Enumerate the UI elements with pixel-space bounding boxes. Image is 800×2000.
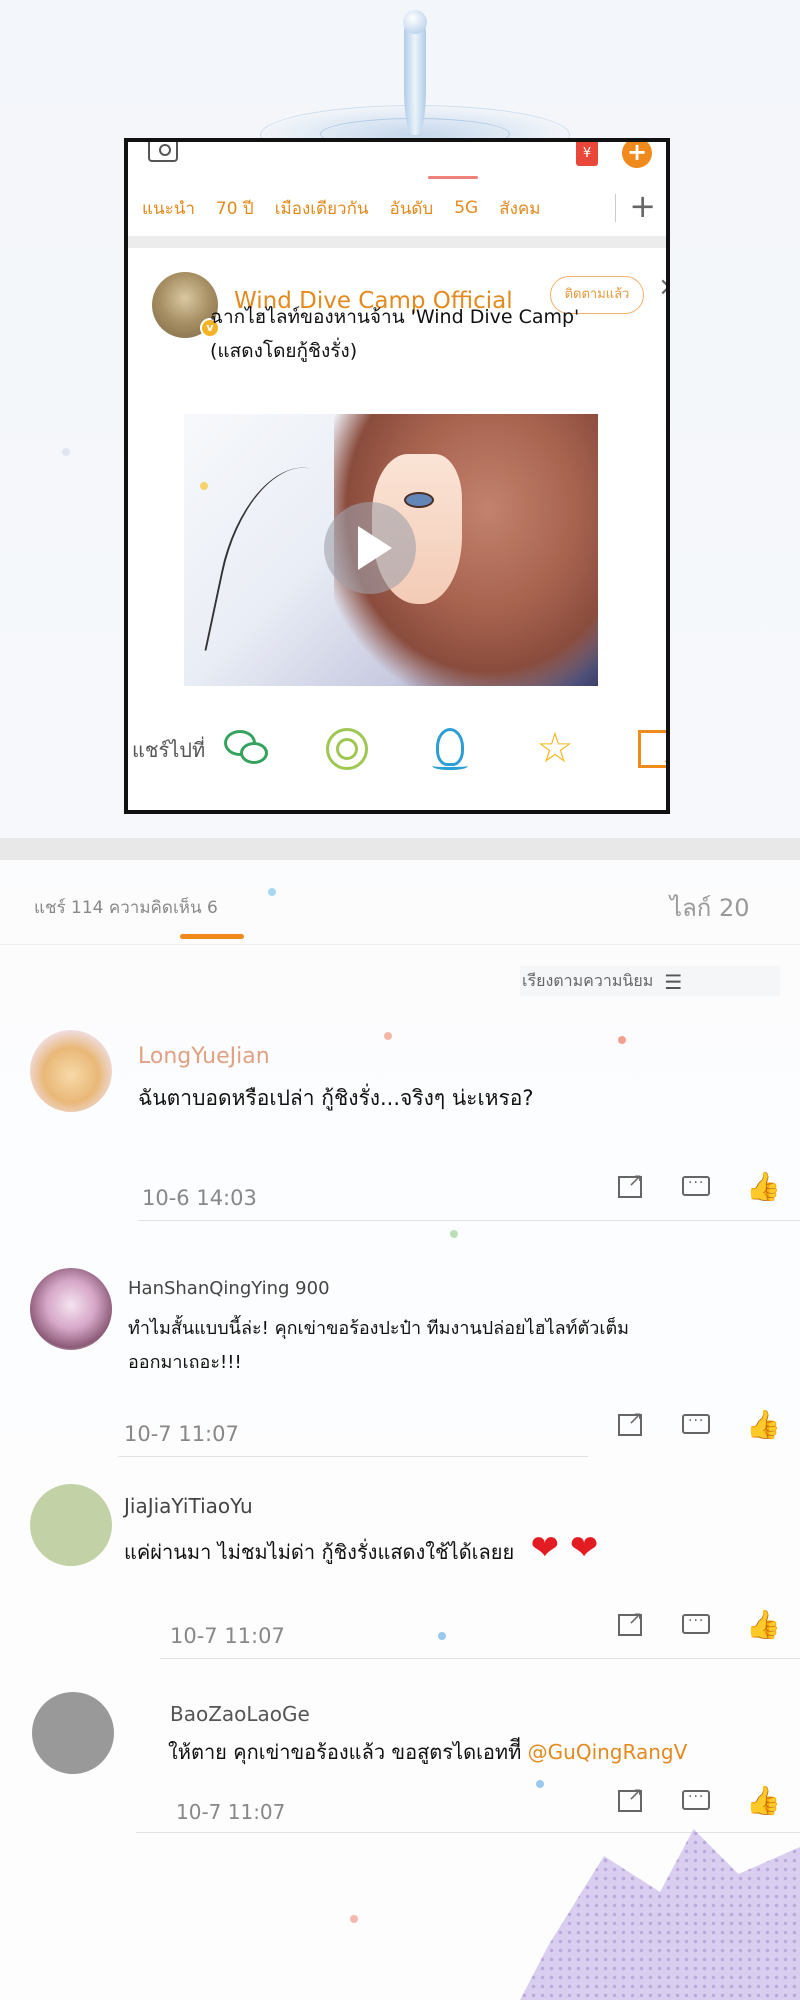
share-comment-count[interactable]: แชร์ 114 ความคิดเห็น 6 — [34, 894, 218, 921]
tab-recommend[interactable]: แนะนำ — [142, 195, 195, 222]
comment-time: 10-6 14:03 — [142, 1186, 257, 1210]
wechat-icon[interactable] — [224, 726, 270, 772]
play-icon[interactable] — [324, 502, 416, 594]
comment-text-body: แค่ผ่านมา ไม่ชมไม่ด่า กู้ชิงรั่งแสดงใช้ไ… — [124, 1540, 515, 1564]
sparkle-dot — [350, 1915, 358, 1923]
comment-username[interactable]: BaoZaoLaoGe — [170, 1702, 310, 1726]
avatar[interactable] — [30, 1484, 112, 1566]
qq-icon[interactable] — [428, 726, 474, 772]
comment-username[interactable]: LongYueJian — [138, 1044, 270, 1069]
comment-text-body: ให้ตาย คุกเข่าขอร้องแล้ว ขอสูตรไดเอททีี — [168, 1740, 522, 1764]
sparkle-dot — [438, 1632, 446, 1640]
avatar[interactable] — [30, 1030, 112, 1112]
save-image-icon[interactable]: ↓ — [634, 726, 666, 772]
tab-ranking[interactable]: อันดับ — [390, 195, 434, 222]
post-text-line1: ฉากไฮไลท์ของหานจ้าน 'Wind Dive Camp' — [210, 306, 580, 328]
comment-divider — [118, 1456, 588, 1457]
sparkle-dot — [62, 448, 70, 456]
money-icon[interactable]: ¥ — [576, 142, 598, 166]
sparkle-dot — [536, 1780, 544, 1788]
sparkle-dot — [268, 888, 276, 896]
comment-text: ให้ตาย คุกเข่าขอร้องแล้ว ขอสูตรไดเอททีี … — [168, 1736, 687, 1768]
section-divider-strip — [0, 838, 800, 860]
comment-icon[interactable]: ··· — [680, 1410, 714, 1440]
drop-head — [403, 10, 427, 34]
tab-same-city[interactable]: เมืองเดียวกัน — [275, 195, 369, 222]
reply-icon[interactable]: ↗ — [614, 1784, 648, 1816]
like-icon[interactable]: 👍 — [746, 1172, 781, 1202]
comment-divider — [138, 1220, 800, 1221]
moments-icon[interactable] — [324, 726, 370, 772]
mention-link[interactable]: @GuQingRangV — [528, 1740, 688, 1764]
comment-username[interactable]: JiaJiaYiTiaoYu — [124, 1494, 253, 1518]
comment-time: 10-7 11:07 — [170, 1624, 285, 1648]
add-tab-icon[interactable]: + — [629, 188, 656, 224]
like-icon[interactable]: 👍 — [746, 1610, 781, 1640]
comment-text: ฉันตาบอดหรือเปล่า กู้ชิงรั่ง...จริงๆ น่ะ… — [138, 1086, 534, 1110]
heart-icon: ❤ ❤ — [530, 1528, 599, 1568]
share-label: แชร์ไปที่ — [132, 738, 206, 762]
comment-text-line1: ทำไมสั้นแบบนี้ล่ะ! คุกเข่าขอร้องปะป๋า ที… — [128, 1318, 630, 1339]
comment-divider — [160, 1658, 800, 1659]
sort-icon: ☰ — [664, 969, 683, 994]
sparkle-dot — [384, 1032, 392, 1040]
plus-icon[interactable]: + — [622, 142, 652, 168]
section-divider — [128, 236, 666, 248]
post-text-line2: (แสดงโดยกู้ชิงรั่ง) — [210, 340, 358, 362]
sort-label: เรียงตามความนิยม — [522, 971, 654, 990]
share-row: แชร์ไปที่ ☆ ↓ — [128, 720, 666, 780]
comment-username[interactable]: HanShanQingYing 900 — [128, 1278, 330, 1299]
comment-icon[interactable]: ··· — [680, 1610, 714, 1640]
like-icon[interactable]: 👍 — [746, 1786, 781, 1816]
tab-indicator — [428, 176, 478, 179]
phone-screenshot: ¥ + แนะนำ 70 ปี เมืองเดียวกัน อันดับ 5G … — [124, 138, 670, 814]
reply-icon[interactable]: ↗ — [614, 1408, 648, 1440]
avatar[interactable] — [30, 1268, 112, 1350]
post-text: ฉากไฮไลท์ของหานจ้าน 'Wind Dive Camp' (แส… — [210, 300, 630, 368]
like-icon[interactable]: 👍 — [746, 1410, 781, 1440]
close-icon[interactable]: × — [658, 272, 666, 302]
category-nav: แนะนำ 70 ปี เมืองเดียวกัน อันดับ 5G สังค… — [128, 188, 666, 228]
video-art-eye — [404, 492, 434, 508]
tab-society[interactable]: สังคม — [499, 195, 540, 222]
comment-text: แค่ผ่านมา ไม่ชมไม่ด่า กู้ชิงรั่งแสดงใช้ไ… — [124, 1528, 598, 1568]
reply-icon[interactable]: ↗ — [614, 1608, 648, 1640]
comment-text-line2: ออกมาเถอะ!!! — [128, 1352, 242, 1373]
comment-time: 10-7 11:07 — [124, 1422, 239, 1446]
reply-icon[interactable]: ↗ — [614, 1170, 648, 1202]
tab-70-years[interactable]: 70 ปี — [216, 195, 254, 222]
comment-time: 10-7 11:07 — [176, 1800, 286, 1824]
comment-icon[interactable]: ··· — [680, 1786, 714, 1816]
video-thumbnail[interactable] — [184, 414, 598, 686]
active-tab-underline — [180, 934, 244, 939]
comment-icon[interactable]: ··· — [680, 1172, 714, 1202]
comment-divider — [136, 1832, 800, 1833]
avatar[interactable] — [32, 1692, 114, 1774]
sparkle-dot — [200, 482, 208, 490]
qzone-icon[interactable]: ☆ — [532, 726, 578, 772]
divider — [0, 944, 800, 945]
drop-column — [404, 20, 426, 135]
likes-count[interactable]: ไลก์ 20 — [670, 888, 749, 927]
sparkle-dot — [450, 1230, 458, 1238]
camera-icon[interactable] — [148, 142, 178, 162]
tab-5g[interactable]: 5G — [454, 198, 478, 218]
top-bar: ¥ + — [128, 142, 666, 176]
nav-divider — [615, 194, 616, 222]
sort-button[interactable]: เรียงตามความนิยม ☰ — [520, 966, 780, 996]
sparkle-dot — [618, 1036, 626, 1044]
comment-text: ทำไมสั้นแบบนี้ล่ะ! คุกเข่าขอร้องปะป๋า ที… — [128, 1312, 688, 1380]
